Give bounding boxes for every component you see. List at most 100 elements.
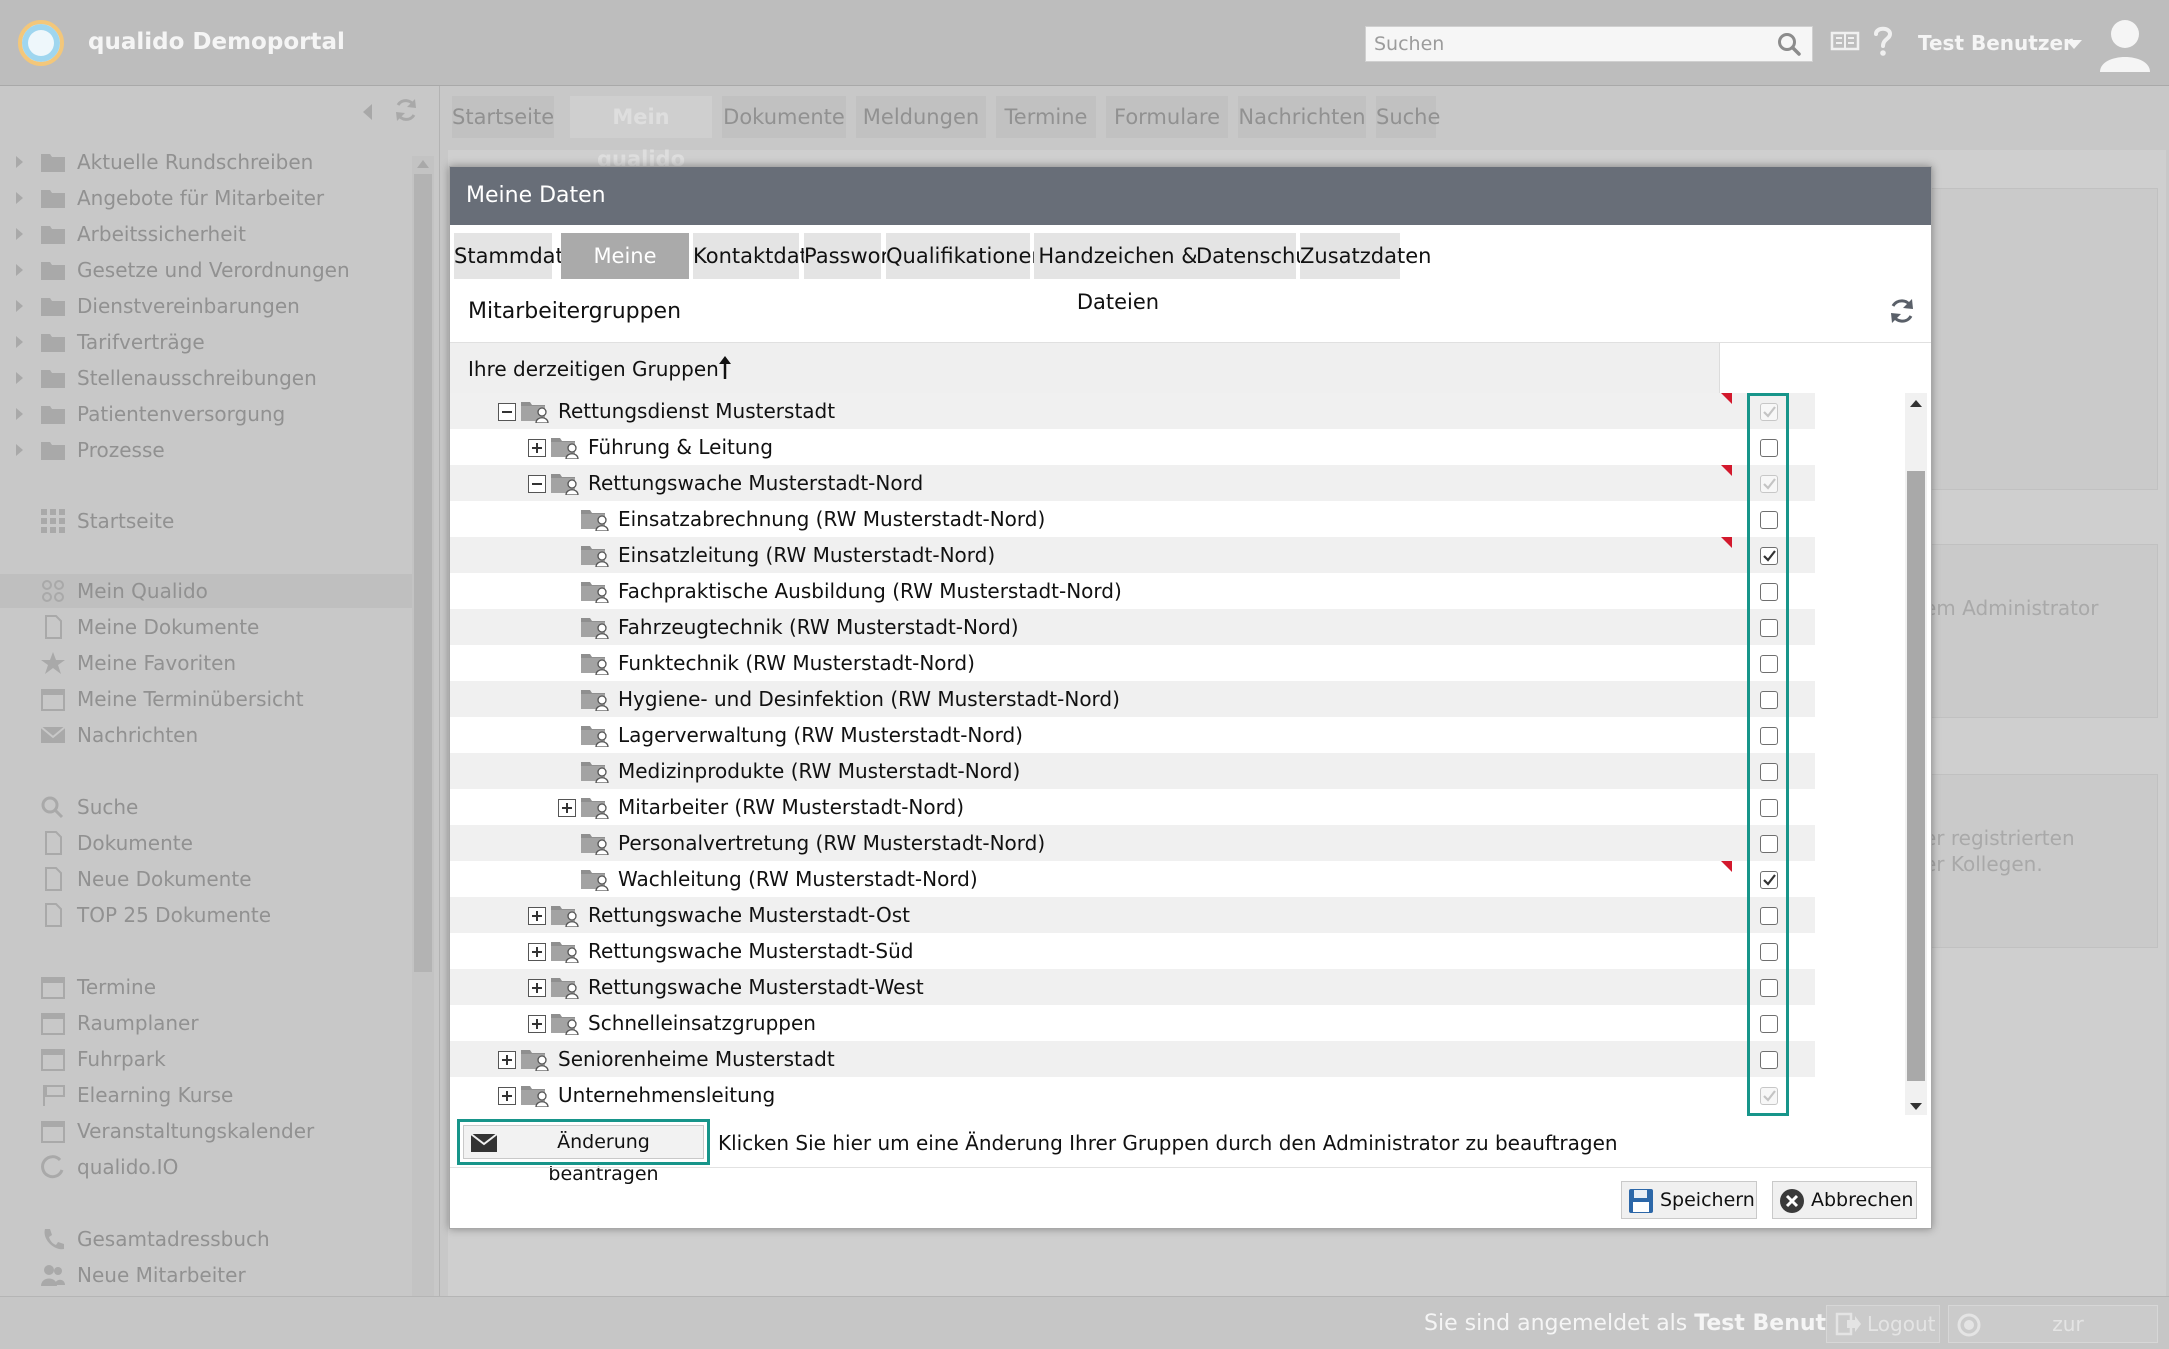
- tab-nachrichten[interactable]: Nachrichten: [1238, 96, 1366, 138]
- search-icon[interactable]: [1776, 31, 1802, 57]
- sidebar-item-gesamtadressbuch[interactable]: Gesamtadressbuch: [0, 1222, 412, 1256]
- help-icon[interactable]: [1872, 24, 1894, 58]
- tab-termine[interactable]: Termine: [996, 96, 1096, 138]
- tree-row[interactable]: Seniorenheime Musterstadt: [450, 1041, 1815, 1077]
- scroll-up-icon[interactable]: [1910, 400, 1922, 407]
- tree-row[interactable]: Rettungswache Musterstadt-Ost: [450, 897, 1815, 933]
- tree-row[interactable]: Lagerverwaltung (RW Musterstadt-Nord): [450, 717, 1815, 753]
- expand-icon[interactable]: [558, 799, 576, 817]
- chevron-down-icon[interactable]: [2066, 40, 2082, 49]
- expand-arrow-icon[interactable]: [16, 408, 23, 420]
- sidebar-item-termine[interactable]: Termine: [0, 970, 412, 1004]
- sidebar-item-arbeitssicherheit[interactable]: Arbeitssicherheit: [0, 217, 412, 251]
- tree-row[interactable]: Rettungswache Musterstadt-West: [450, 969, 1815, 1005]
- tree-row[interactable]: Rettungsdienst Musterstadt: [450, 393, 1815, 429]
- sidebar-scrollbar[interactable]: [412, 156, 434, 1349]
- tab-formulare[interactable]: Formulare: [1106, 96, 1228, 138]
- sidebar-item-prozesse[interactable]: Prozesse: [0, 433, 412, 467]
- expand-arrow-icon[interactable]: [16, 372, 23, 384]
- sidebar-item-suche[interactable]: Suche: [0, 790, 412, 824]
- tree-row[interactable]: Fahrzeugtechnik (RW Musterstadt-Nord): [450, 609, 1815, 645]
- tab-dokumente[interactable]: Dokumente: [722, 96, 846, 138]
- tree-scrollbar[interactable]: [1905, 393, 1927, 1115]
- tab-datenschutz[interactable]: Datenschutz: [1196, 233, 1328, 279]
- sidebar-item-angebote-fuer-mitarbeiter[interactable]: Angebote für Mitarbeiter: [0, 181, 412, 215]
- tree-row[interactable]: Rettungswache Musterstadt-Süd: [450, 933, 1815, 969]
- sidebar-item-nachrichten[interactable]: Nachrichten: [0, 718, 412, 752]
- expand-arrow-icon[interactable]: [16, 192, 23, 204]
- tree-row[interactable]: Unternehmensleitung: [450, 1077, 1815, 1113]
- expand-icon[interactable]: [498, 1051, 516, 1069]
- search-box[interactable]: [1365, 26, 1813, 62]
- sidebar-item-dokumente[interactable]: Dokumente: [0, 826, 412, 860]
- sidebar-item-meine-favoriten[interactable]: Meine Favoriten: [0, 646, 412, 680]
- book-icon[interactable]: [1830, 30, 1860, 52]
- sidebar-item-meine-terminuebersicht[interactable]: Meine Terminübersicht: [0, 682, 412, 716]
- avatar[interactable]: [2096, 14, 2154, 72]
- groups-column-header[interactable]: Ihre derzeitigen Gruppen: [450, 343, 1720, 395]
- tree-scrollbar-thumb[interactable]: [1907, 471, 1925, 1081]
- sidebar-item-qualido-io[interactable]: qualido.IO: [0, 1150, 412, 1184]
- scroll-up-icon[interactable]: [417, 160, 429, 168]
- tab-meldungen[interactable]: Meldungen: [856, 96, 986, 138]
- tree-row[interactable]: Medizinprodukte (RW Musterstadt-Nord): [450, 753, 1815, 789]
- tree-row[interactable]: Führung & Leitung: [450, 429, 1815, 465]
- sidebar-item-aktuelle-rundschreiben[interactable]: Aktuelle Rundschreiben: [0, 145, 412, 179]
- tree-row[interactable]: Hygiene- und Desinfektion (RW Musterstad…: [450, 681, 1815, 717]
- cancel-button[interactable]: Abbrechen: [1772, 1181, 1917, 1219]
- tab-stammdaten[interactable]: Stammdaten: [454, 233, 590, 279]
- sidebar-item-meine-dokumente[interactable]: Meine Dokumente: [0, 610, 412, 644]
- expand-arrow-icon[interactable]: [16, 264, 23, 276]
- tree-row[interactable]: Funktechnik (RW Musterstadt-Nord): [450, 645, 1815, 681]
- sidebar-item-startseite[interactable]: Startseite: [0, 504, 412, 538]
- sidebar-item-neue-mitarbeiter[interactable]: Neue Mitarbeiter: [0, 1258, 412, 1292]
- tree-row[interactable]: Einsatzabrechnung (RW Musterstadt-Nord): [450, 501, 1815, 537]
- qualido-logo-icon[interactable]: [18, 20, 64, 66]
- expand-arrow-icon[interactable]: [16, 336, 23, 348]
- administration-button[interactable]: zur Administration: [1948, 1305, 2158, 1349]
- sort-ascending-icon[interactable]: [718, 355, 732, 381]
- expand-arrow-icon[interactable]: [16, 156, 23, 168]
- sidebar-item-gesetze-und-verordnungen[interactable]: Gesetze und Verordnungen: [0, 253, 412, 287]
- tab-passwort[interactable]: Passwort: [804, 233, 897, 279]
- sidebar-item-patientenversorgung[interactable]: Patientenversorgung: [0, 397, 412, 431]
- sidebar-item-dienstvereinbarungen[interactable]: Dienstvereinbarungen: [0, 289, 412, 323]
- expand-icon[interactable]: [528, 439, 546, 457]
- tree-row[interactable]: Einsatzleitung (RW Musterstadt-Nord): [450, 537, 1815, 573]
- tab-meine-gruppe-n[interactable]: Meine Gruppe/n: [561, 233, 689, 314]
- request-change-button[interactable]: Änderung beantragen: [463, 1125, 704, 1185]
- tab-kontaktdaten[interactable]: Kontaktdaten: [693, 233, 834, 279]
- collapse-sidebar-icon[interactable]: [363, 104, 372, 120]
- refresh-icon[interactable]: [1886, 295, 1918, 327]
- search-input[interactable]: [1366, 27, 1756, 61]
- logout-button[interactable]: Logout: [1826, 1305, 1940, 1343]
- expand-icon[interactable]: [498, 1087, 516, 1105]
- tree-row[interactable]: Mitarbeiter (RW Musterstadt-Nord): [450, 789, 1815, 825]
- refresh-icon[interactable]: [392, 96, 420, 124]
- collapse-icon[interactable]: [528, 475, 546, 493]
- expand-icon[interactable]: [528, 943, 546, 961]
- sidebar-item-raumplaner[interactable]: Raumplaner: [0, 1006, 412, 1040]
- expand-icon[interactable]: [528, 979, 546, 997]
- tree-row[interactable]: Wachleitung (RW Musterstadt-Nord): [450, 861, 1815, 897]
- expand-arrow-icon[interactable]: [16, 228, 23, 240]
- sidebar-item-top-25-dokumente[interactable]: TOP 25 Dokumente: [0, 898, 412, 932]
- sidebar-item-elearning-kurse[interactable]: Elearning Kurse: [0, 1078, 412, 1112]
- tab-mein-qualido[interactable]: Mein qualido: [570, 96, 712, 171]
- expand-icon[interactable]: [528, 907, 546, 925]
- collapse-icon[interactable]: [498, 403, 516, 421]
- scroll-down-icon[interactable]: [1910, 1103, 1922, 1110]
- tab-zusatzdaten[interactable]: Zusatzdaten: [1300, 233, 1431, 279]
- sidebar-item-stellenausschreibungen[interactable]: Stellenausschreibungen: [0, 361, 412, 395]
- save-button[interactable]: Speichern: [1621, 1181, 1757, 1219]
- sidebar-item-neue-dokumente[interactable]: Neue Dokumente: [0, 862, 412, 896]
- sidebar-item-veranstaltungskalender[interactable]: Veranstaltungskalender: [0, 1114, 412, 1148]
- expand-arrow-icon[interactable]: [16, 300, 23, 312]
- sidebar-item-tarifvertraege[interactable]: Tarifverträge: [0, 325, 412, 359]
- tree-row[interactable]: Schnelleinsatzgruppen: [450, 1005, 1815, 1041]
- tab-qualifikationen[interactable]: Qualifikationen: [886, 233, 1045, 279]
- expand-icon[interactable]: [528, 1015, 546, 1033]
- tree-row[interactable]: Personalvertretung (RW Musterstadt-Nord): [450, 825, 1815, 861]
- user-menu-name[interactable]: Test Benutzer: [1918, 31, 2073, 55]
- tree-row[interactable]: Rettungswache Musterstadt-Nord: [450, 465, 1815, 501]
